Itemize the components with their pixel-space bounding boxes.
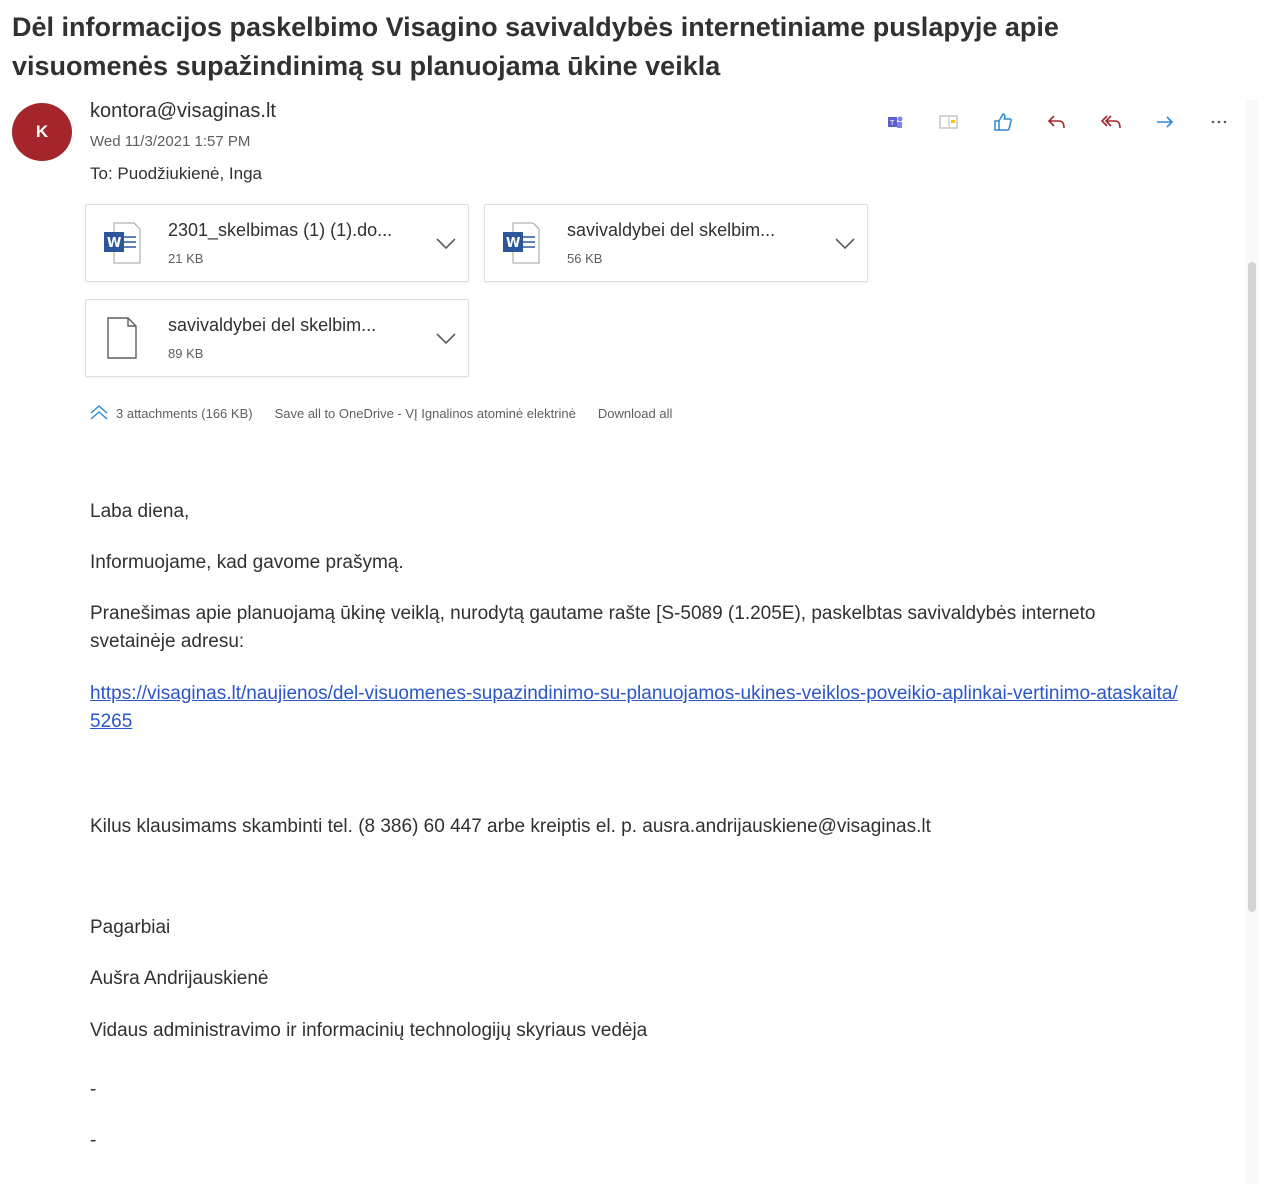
- word-file-icon: W: [501, 221, 541, 265]
- attachment-size: 21 KB: [168, 251, 204, 266]
- signature-separator: -: [90, 1079, 97, 1100]
- attachment-card[interactable]: savivaldybei del skelbim... 89 KB: [85, 299, 469, 377]
- attachment-card[interactable]: W savivaldybei del skelbim... 56 KB: [484, 204, 868, 282]
- attachment-name: 2301_skelbimas (1) (1).do...: [168, 220, 393, 240]
- closing: Pagarbiai: [90, 917, 171, 938]
- paragraph: Informuojame, kad gavome prašymą.: [90, 552, 404, 573]
- paragraph: Pranešimas apie planuojamą ūkinę veiklą,…: [90, 603, 1096, 652]
- contact-info: Kilus klausimams skambinti tel. (8 386) …: [90, 816, 931, 837]
- greeting: Laba diena,: [90, 501, 190, 522]
- signature-name: Aušra Andrijauskienė: [90, 968, 269, 989]
- teams-icon[interactable]: T: [868, 106, 922, 138]
- download-all-link[interactable]: Download all: [598, 406, 672, 421]
- svg-text:W: W: [107, 236, 121, 251]
- sender-avatar[interactable]: K: [12, 103, 72, 161]
- chevron-down-icon[interactable]: [432, 229, 460, 257]
- more-icon[interactable]: [1192, 106, 1246, 138]
- signature-position: Vidaus administravimo ir informacinių te…: [90, 1020, 648, 1041]
- immersive-reader-icon[interactable]: [922, 106, 976, 138]
- article-link[interactable]: https://visaginas.lt/naujienos/del-visuo…: [90, 680, 1180, 736]
- chevron-down-icon[interactable]: [432, 324, 460, 352]
- attachment-size: 89 KB: [168, 346, 204, 361]
- chevron-down-icon[interactable]: [831, 229, 859, 257]
- attachments-bar: 3 attachments (166 KB) Save all to OneDr…: [88, 400, 694, 426]
- collapse-chevron-icon[interactable]: [88, 403, 110, 424]
- message-actions: T: [868, 106, 1246, 138]
- generic-file-icon: [102, 316, 142, 360]
- signature-separator: -: [90, 1130, 97, 1151]
- word-file-icon: W: [102, 221, 142, 265]
- attachment-name: savivaldybei del skelbim...: [168, 315, 377, 335]
- attachment-card[interactable]: W 2301_skelbimas (1) (1).do... 21 KB: [85, 204, 469, 282]
- svg-text:T: T: [889, 119, 895, 127]
- recipient-line: To: Puodžiukienė, Inga: [90, 164, 263, 183]
- reply-all-icon[interactable]: [1084, 106, 1138, 138]
- like-icon[interactable]: [976, 106, 1030, 138]
- sent-date: Wed 11/3/2021 1:57 PM: [90, 133, 251, 150]
- save-to-onedrive-link[interactable]: Save all to OneDrive - VĮ Ignalinos atom…: [275, 406, 576, 421]
- scrollbar-thumb[interactable]: [1248, 262, 1256, 912]
- svg-text:W: W: [506, 236, 520, 251]
- forward-icon[interactable]: [1138, 106, 1192, 138]
- reply-icon[interactable]: [1030, 106, 1084, 138]
- sender-email[interactable]: kontora@visaginas.lt: [90, 100, 276, 123]
- attachment-size: 56 KB: [567, 251, 603, 266]
- attachments-summary[interactable]: 3 attachments (166 KB): [116, 406, 253, 421]
- email-subject: Dėl informacijos paskelbimo Visagino sav…: [12, 12, 1059, 81]
- attachment-name: savivaldybei del skelbim...: [567, 220, 776, 240]
